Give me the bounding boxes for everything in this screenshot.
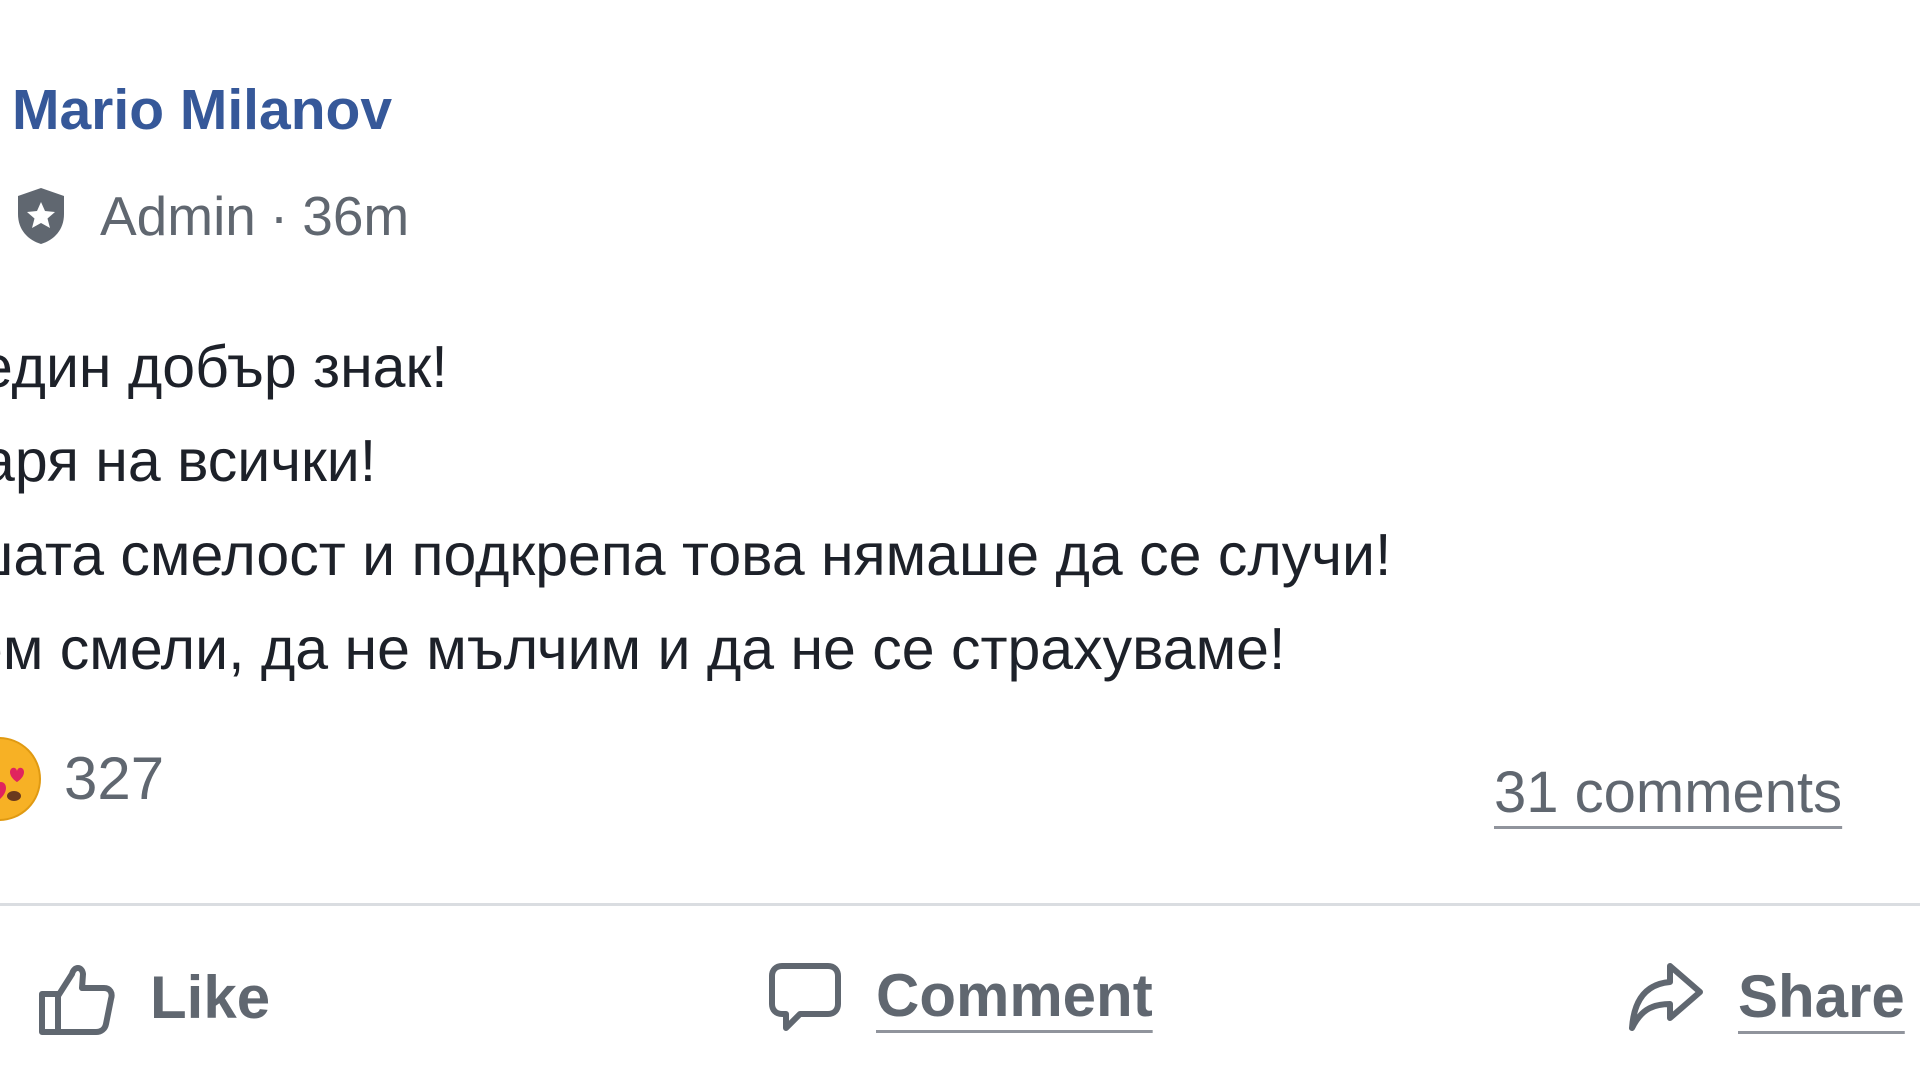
post-body: един добър знак! аря на всички! шата сме… <box>0 320 1900 696</box>
comment-bubble-icon <box>769 963 841 1031</box>
author-name[interactable]: Mario Milanov <box>12 82 392 139</box>
meta-separator: · <box>269 184 289 247</box>
like-label: Like <box>150 964 271 1031</box>
share-arrow-icon <box>1629 963 1703 1031</box>
post-timestamp[interactable]: 36m <box>302 188 409 244</box>
reaction-count[interactable]: 327 <box>64 749 164 809</box>
post-text-line: шата смелост и подкрепа това нямаше да с… <box>0 522 1392 588</box>
reactions-summary[interactable]: 327 <box>0 736 164 822</box>
comment-button[interactable]: Comment <box>768 960 1153 1032</box>
role-label: Admin <box>100 184 256 247</box>
share-label: Share <box>1738 963 1905 1030</box>
post-text-line: един добър знак! <box>0 334 448 400</box>
like-button[interactable]: Like <box>38 960 270 1036</box>
post-text-line: ем смели, да не мълчим и да не се страху… <box>0 616 1286 682</box>
comments-count-link[interactable]: 31 comments <box>1494 764 1842 822</box>
post-text-line: аря на всички! <box>0 428 377 494</box>
thumbs-up-icon <box>39 965 115 1035</box>
post-meta: Admin · 36m <box>14 186 409 246</box>
share-button[interactable]: Share <box>1628 960 1905 1034</box>
facebook-post: Mario Milanov Admin · 36m един добър зна… <box>0 0 1920 1080</box>
comment-label: Comment <box>876 962 1153 1029</box>
love-emoji-icon <box>0 737 41 821</box>
action-divider <box>0 903 1920 906</box>
admin-badge-icon <box>14 186 68 246</box>
